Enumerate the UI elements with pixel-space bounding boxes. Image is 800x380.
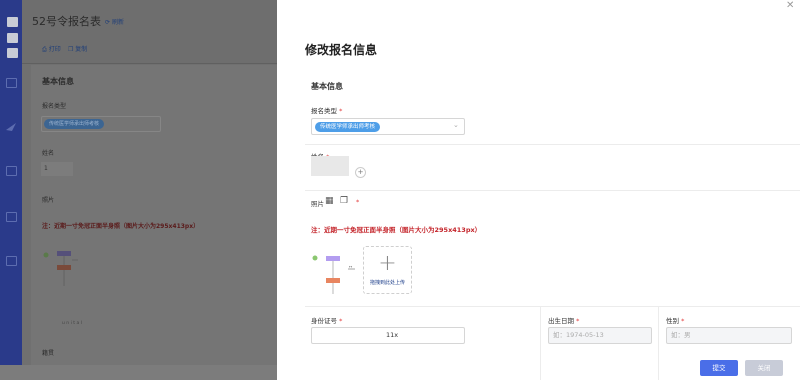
background-section-title: 基本信息 [42, 77, 74, 86]
copy-icon[interactable]: ❐ [340, 196, 348, 206]
background-photo-label: 照片 [42, 197, 55, 204]
background-photo-note: 注：近期一寸免冠正面半身照（图片大小为295x413px） [42, 223, 200, 230]
footer-mask [292, 356, 387, 380]
copy-label: 复制 [75, 46, 88, 53]
qr-icon[interactable]: ▦ [325, 196, 334, 206]
photo-note: 注：近期一寸免冠正面半身照（图片大小为295x413px） [311, 226, 482, 234]
photo-upload-area[interactable]: + 拖拽到此处上传 [363, 246, 412, 294]
gender-label-text: 性别 [666, 317, 679, 325]
birth-date-input[interactable]: 如：1974-05-13 [548, 327, 652, 344]
birth-date-label-text: 出生日期 [548, 317, 574, 325]
background-diagram-caption: u n i t a l [62, 321, 82, 326]
id-number-input[interactable]: 11x [311, 327, 465, 344]
submit-button[interactable]: 提交 [700, 360, 738, 376]
name-input[interactable] [311, 156, 349, 176]
chevron-down-icon[interactable]: ⌄ [453, 121, 459, 129]
registration-type-tag[interactable]: 传统医学师承出师考核 [315, 122, 381, 132]
add-name-button[interactable]: + [355, 167, 366, 178]
gender-input[interactable]: 如：男 [666, 327, 792, 344]
refresh-label: 刷新 [111, 19, 124, 26]
section-title: 基本信息 [311, 82, 343, 91]
send-icon[interactable] [6, 122, 17, 132]
photo-label: 照片 [311, 198, 324, 208]
column-divider [658, 307, 659, 380]
background-registration-type-tag: 传统医学师承出师考核 [44, 119, 105, 129]
required-mark: * [576, 317, 580, 325]
background-form-card [31, 65, 277, 365]
gender-label: 性别 * [666, 315, 684, 325]
background-name-value: 1 [41, 162, 73, 176]
copy-button[interactable]: ❐ 复制 [68, 44, 87, 53]
background-name-label: 姓名 [42, 150, 55, 157]
drawer-title: 修改报名信息 [305, 43, 378, 57]
id-number-label: 身份证号 * [311, 315, 342, 325]
registration-type-label-text: 报名类型 [311, 107, 337, 115]
print-button[interactable]: ⎙ 打印 [42, 44, 61, 54]
background-native-place-label: 籍贯 [42, 350, 55, 357]
photo-label-text: 照片 [311, 200, 324, 208]
grid-button[interactable] [7, 48, 18, 58]
column-divider [540, 307, 541, 380]
divider [305, 190, 800, 191]
table-icon[interactable] [6, 212, 17, 222]
menu-toggle-button[interactable] [7, 17, 18, 27]
divider [305, 144, 800, 145]
registration-type-label: 报名类型 * [311, 105, 342, 115]
background-bottom-band [0, 365, 277, 380]
book-icon[interactable] [6, 256, 17, 266]
files-icon[interactable] [6, 166, 17, 176]
required-mark: * [356, 198, 360, 206]
close-icon[interactable]: ✕ [786, 0, 794, 11]
divider [305, 306, 800, 307]
background-photo-thumbnail [43, 251, 78, 286]
photo-thumbnail[interactable]: ↔ [311, 252, 361, 296]
home-icon[interactable] [6, 78, 17, 88]
required-mark: * [681, 317, 685, 325]
required-mark: * [339, 317, 343, 325]
collapse-button[interactable] [7, 33, 18, 43]
background-header [22, 0, 277, 64]
refresh-link[interactable]: ⟳ 刷新 [105, 17, 124, 26]
id-number-label-text: 身份证号 [311, 317, 337, 325]
close-button[interactable]: 关闭 [745, 360, 783, 376]
birth-date-label: 出生日期 * [548, 315, 579, 325]
upload-text: 拖拽到此处上传 [369, 280, 405, 286]
required-mark: * [339, 107, 343, 115]
background-title: 52号令报名表 [32, 15, 101, 28]
background-registration-type-label: 报名类型 [42, 103, 67, 110]
photo-required-mark: * [356, 198, 359, 206]
plus-icon: + [378, 251, 397, 276]
svg-text:↔: ↔ [349, 264, 353, 269]
side-nav [0, 0, 22, 380]
print-label: 打印 [48, 46, 61, 53]
